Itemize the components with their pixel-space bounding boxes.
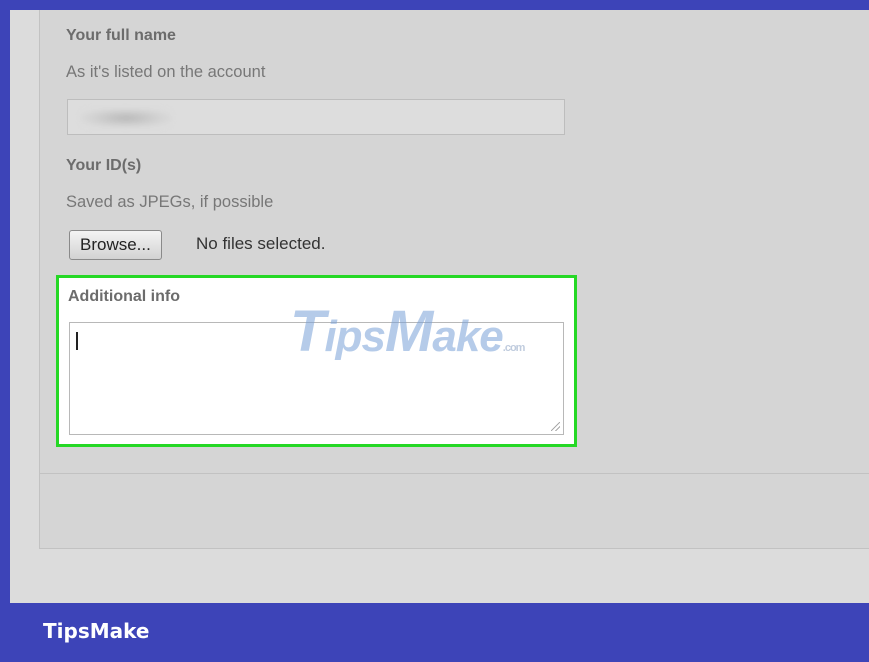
additional-info-textarea[interactable] xyxy=(69,322,564,435)
full-name-label: Your full name xyxy=(66,27,176,44)
resize-grip-icon[interactable] xyxy=(551,422,560,431)
text-cursor xyxy=(76,332,78,350)
brand-logo-text: TipsMake xyxy=(43,619,150,643)
additional-info-highlight: Additional info xyxy=(56,275,577,447)
blurred-name-value xyxy=(80,108,172,128)
additional-info-label: Additional info xyxy=(68,288,180,305)
screenshot-area: Your full name As it's listed on the acc… xyxy=(10,10,869,603)
browse-button[interactable]: Browse... xyxy=(69,230,162,260)
panel-divider xyxy=(40,473,869,474)
ids-label: Your ID(s) xyxy=(66,157,142,174)
ids-hint: Saved as JPEGs, if possible xyxy=(66,193,274,211)
full-name-input[interactable] xyxy=(67,99,565,135)
file-status-text: No files selected. xyxy=(196,234,326,253)
full-name-hint: As it's listed on the account xyxy=(66,63,266,81)
